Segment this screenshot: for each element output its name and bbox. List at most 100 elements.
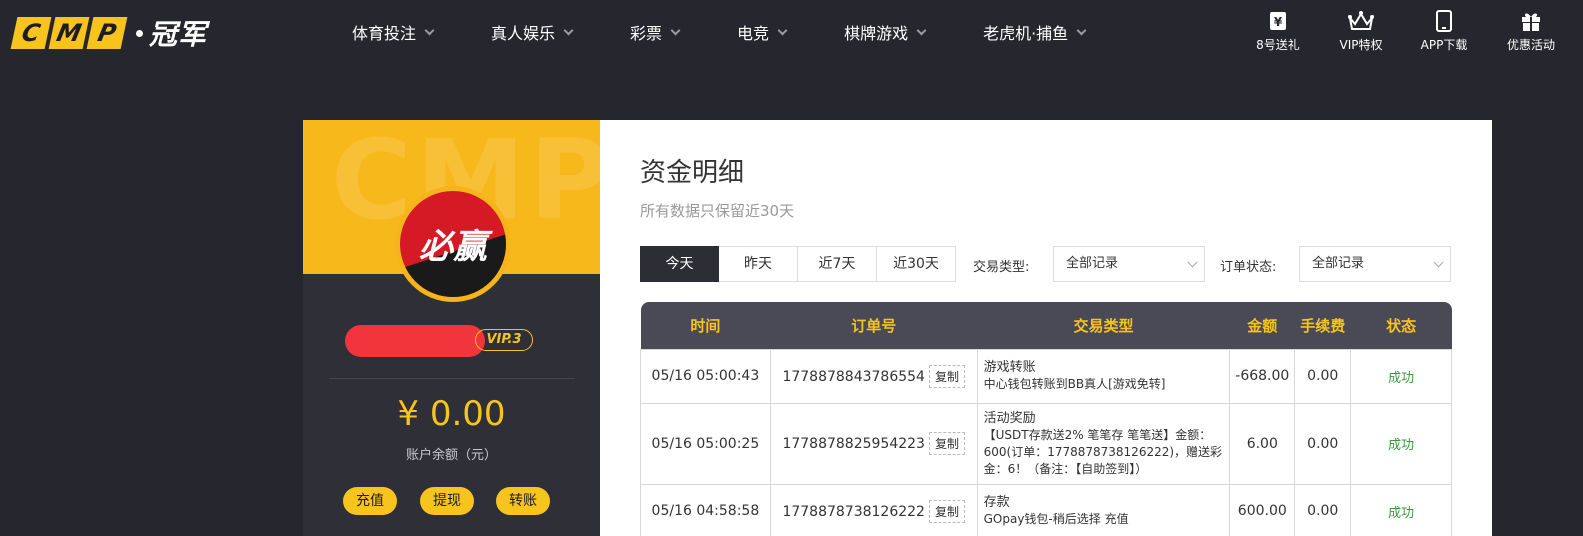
nav-item-card-games[interactable]: 棋牌游戏	[844, 20, 927, 44]
transaction-type-label: 交易类型:	[973, 260, 1030, 275]
quick-label: 8号送礼	[1256, 38, 1300, 52]
type-detail: 【USDT存款送2% 笔笔存 笔笔送】金额：600(订单：17788787381…	[983, 427, 1223, 476]
cell-type: 活动奖励 【USDT存款送2% 笔笔存 笔笔送】金额：600(订单：1778878…	[976, 402, 1231, 485]
chevron-down-icon	[1433, 257, 1444, 268]
fund-details-panel: 资金明细 所有数据只保留近30天 今天 昨天 近7天 近30天 交易类型: 全部…	[600, 120, 1492, 536]
cell-order: 1778878843786554 复制	[769, 348, 978, 404]
nav-label: 棋牌游戏	[844, 24, 909, 43]
quick-vip[interactable]: VIP特权	[1326, 10, 1396, 53]
copy-button[interactable]: 复制	[928, 432, 965, 455]
chevron-down-icon	[777, 25, 788, 35]
logo-letter: P	[86, 17, 128, 49]
cell-order: 1778878738126222 复制	[769, 483, 978, 536]
nav-item-lottery[interactable]: 彩票	[630, 20, 681, 44]
nav-item-slots-fishing[interactable]: 老虎机·捕鱼	[983, 20, 1087, 44]
cell-status: 成功	[1350, 348, 1452, 404]
type-title: 游戏转账	[983, 360, 1036, 375]
quick-label: APP下载	[1420, 38, 1468, 52]
redacted-username	[345, 325, 485, 357]
table-row: 05/16 05:00:43 1778878843786554 复制 游戏转账中心…	[640, 348, 1452, 404]
avatar-text: 必赢	[419, 227, 487, 267]
page-subtitle: 所有数据只保留近30天	[640, 202, 795, 220]
withdraw-button[interactable]: 提现	[420, 487, 474, 515]
table-row: 05/16 05:00:25 1778878825954223 复制 活动奖励 【U…	[640, 402, 1452, 485]
vip-badge[interactable]: VIP.3	[475, 329, 533, 351]
top-navbar: C M P 冠军 体育投注 真人娱乐 彩票 电竞 棋牌游戏 老虎机·捕鱼 ¥ 8…	[0, 0, 1583, 64]
nav-item-live-casino[interactable]: 真人娱乐	[491, 20, 574, 44]
crown-icon	[1348, 11, 1374, 30]
avatar-image: 必赢	[400, 191, 506, 297]
order-status-label: 订单状态:	[1220, 260, 1277, 275]
table-header-row: 时间 订单号 交易类型 金额 手续费 状态	[640, 302, 1452, 349]
nav-label: 彩票	[630, 24, 663, 43]
nav-item-esports[interactable]: 电竞	[737, 20, 788, 44]
tab-7-days[interactable]: 近7天	[798, 246, 877, 282]
cell-fee: 0.00	[1294, 348, 1352, 404]
order-number: 1778878825954223	[782, 436, 925, 452]
copy-button[interactable]: 复制	[928, 499, 965, 523]
divider	[329, 378, 575, 379]
order-status-select[interactable]: 全部记录	[1299, 246, 1451, 282]
phone-icon	[1436, 10, 1452, 32]
order-number: 1778878738126222	[782, 503, 925, 520]
type-detail: GOpay钱包-稍后选择 充值	[983, 512, 1129, 526]
chevron-down-icon	[563, 25, 574, 35]
nav-label: 真人娱乐	[491, 24, 556, 43]
transfer-button[interactable]: 转账	[496, 487, 550, 515]
status-badge: 成功	[1388, 370, 1415, 386]
cell-amount: 6.00	[1229, 402, 1296, 485]
type-detail: 中心钱包转账到BB真人[游戏免转]	[983, 377, 1166, 391]
col-header-type: 交易类型	[977, 302, 1230, 349]
ticket-yen-icon: ¥	[1270, 12, 1286, 30]
chevron-down-icon	[1187, 257, 1198, 268]
quick-label: VIP特权	[1339, 38, 1383, 52]
logo-name: 冠军	[149, 18, 208, 51]
copy-button[interactable]: 复制	[928, 364, 965, 388]
page-title: 资金明细	[640, 158, 745, 188]
cell-status: 成功	[1350, 483, 1452, 536]
chevron-down-icon	[1076, 25, 1087, 35]
select-value: 全部记录	[1066, 256, 1119, 271]
fund-details-table: 时间 订单号 交易类型 金额 手续费 状态 05/16 05:00:43 177…	[640, 302, 1452, 536]
col-header-amount: 金额	[1229, 302, 1295, 349]
chevron-down-icon	[670, 25, 681, 35]
brand-logo[interactable]: C M P 冠军	[10, 13, 208, 53]
quick-label: 优惠活动	[1506, 38, 1555, 52]
logo-letter: C	[10, 17, 52, 49]
deposit-button[interactable]: 充值	[343, 487, 397, 515]
tab-today[interactable]: 今天	[640, 246, 719, 282]
balance-label: 账户余额（元）	[405, 448, 497, 463]
balance-amount: ¥ 0.00	[397, 394, 506, 434]
quick-gift-day[interactable]: ¥ 8号送礼	[1243, 10, 1313, 53]
col-header-time: 时间	[640, 302, 771, 349]
tab-yesterday[interactable]: 昨天	[719, 246, 798, 282]
table-row: 05/16 04:58:58 1778878738126222 复制 存款 GOpa…	[640, 483, 1452, 536]
transaction-type-select[interactable]: 全部记录	[1053, 246, 1205, 282]
cell-amount: 600.00	[1229, 483, 1296, 536]
cell-order: 1778878825954223 复制	[769, 402, 978, 485]
nav-item-sports[interactable]: 体育投注	[352, 20, 435, 44]
select-value: 全部记录	[1312, 256, 1365, 271]
cell-amount: -668.00	[1229, 348, 1296, 404]
quick-promotions[interactable]: 优惠活动	[1496, 10, 1566, 53]
order-number: 1778878843786554	[782, 368, 925, 385]
cell-time: 05/16 04:58:58	[640, 483, 771, 536]
logo-dot	[136, 29, 143, 37]
type-title: 存款	[983, 495, 1010, 510]
chevron-down-icon	[424, 25, 435, 35]
cell-status: 成功	[1350, 402, 1452, 485]
status-badge: 成功	[1388, 505, 1415, 521]
avatar[interactable]: 必赢	[395, 186, 511, 302]
nav-label: 老虎机·捕鱼	[983, 24, 1069, 43]
date-range-tabs: 今天 昨天 近7天 近30天	[640, 246, 956, 282]
chevron-down-icon	[916, 25, 927, 35]
cell-time: 05/16 05:00:43	[640, 348, 771, 404]
cell-type: 游戏转账中心钱包转账到BB真人[游戏免转]	[976, 348, 1231, 404]
nav-label: 体育投注	[352, 24, 417, 43]
tab-30-days[interactable]: 近30天	[877, 246, 956, 282]
cell-time: 05/16 05:00:25	[640, 402, 771, 485]
quick-app-download[interactable]: APP下载	[1409, 10, 1479, 53]
logo-letter: M	[48, 17, 90, 49]
status-badge: 成功	[1388, 438, 1415, 453]
col-header-fee: 手续费	[1294, 302, 1351, 349]
